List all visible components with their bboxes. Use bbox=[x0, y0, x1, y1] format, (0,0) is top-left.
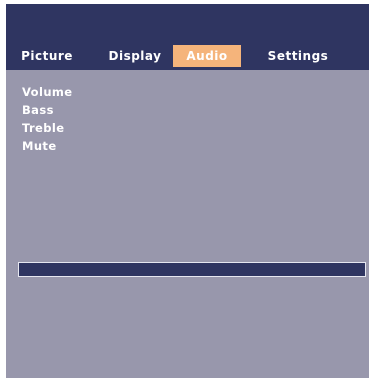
status-bar bbox=[18, 262, 366, 277]
tab-display[interactable]: Display bbox=[100, 45, 170, 67]
menu-item-treble[interactable]: Treble bbox=[22, 119, 72, 137]
menu-item-volume[interactable]: Volume bbox=[22, 83, 72, 101]
tab-picture[interactable]: Picture bbox=[12, 45, 82, 67]
audio-menu-list: Volume Bass Treble Mute bbox=[22, 83, 72, 155]
tab-audio[interactable]: Audio bbox=[173, 45, 241, 67]
menu-item-bass[interactable]: Bass bbox=[22, 101, 72, 119]
tab-settings[interactable]: Settings bbox=[258, 45, 338, 67]
osd-menu-window: Picture Display Audio Settings Volume Ba… bbox=[6, 4, 369, 378]
menu-item-mute[interactable]: Mute bbox=[22, 137, 72, 155]
tab-bar: Picture Display Audio Settings bbox=[6, 4, 369, 70]
